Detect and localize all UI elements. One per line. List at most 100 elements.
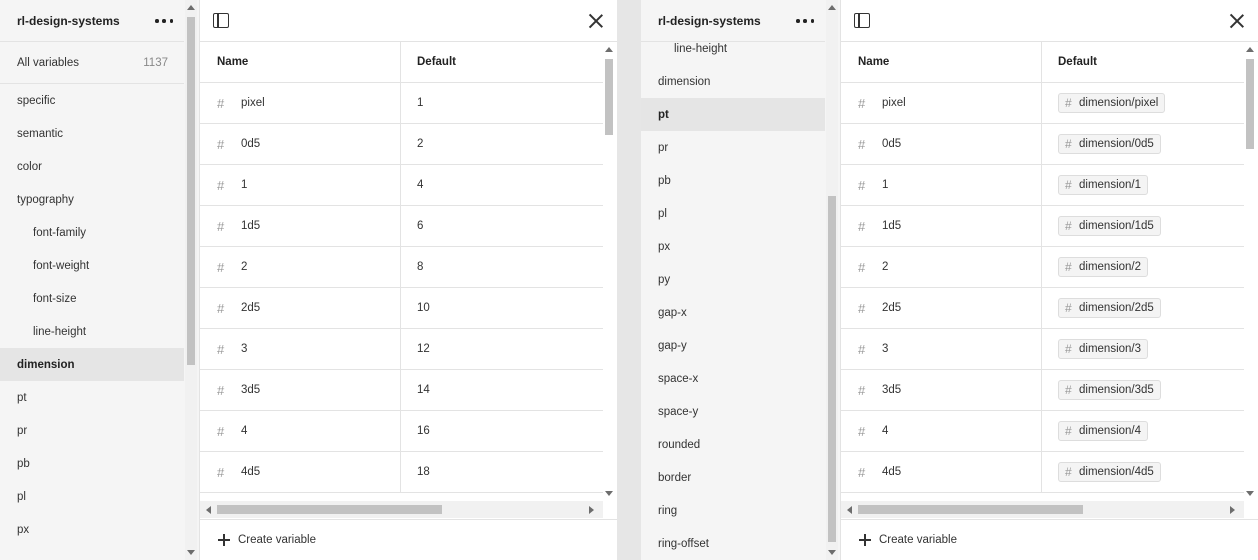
column-header-name[interactable]: Name bbox=[200, 42, 401, 82]
sidebar-item-space-x[interactable]: space-x bbox=[641, 362, 825, 395]
scroll-left-arrow[interactable] bbox=[206, 506, 211, 514]
sidebar-item-font-family[interactable]: font-family bbox=[0, 216, 184, 249]
variable-default-cell[interactable]: # dimension/4d5 bbox=[1042, 452, 1244, 492]
variable-name-cell[interactable]: #1d5 bbox=[841, 206, 1042, 246]
alias-chip[interactable]: # dimension/1d5 bbox=[1058, 216, 1161, 236]
table-row[interactable]: #2d5 # dimension/2d5 bbox=[841, 288, 1244, 329]
variable-name-cell[interactable]: #3d5 bbox=[841, 370, 1042, 410]
variable-default-cell[interactable]: 18 bbox=[401, 452, 603, 492]
sidebar-item-rounded[interactable]: rounded bbox=[641, 428, 825, 461]
variable-name-cell[interactable]: #2d5 bbox=[200, 288, 401, 328]
more-icon[interactable] bbox=[796, 13, 814, 29]
alias-chip[interactable]: # dimension/0d5 bbox=[1058, 134, 1161, 154]
sidebar-item-px[interactable]: px bbox=[0, 513, 184, 546]
sidebar-item-specific[interactable]: specific bbox=[0, 84, 184, 117]
all-variables-item[interactable]: All variables 1137 bbox=[0, 42, 184, 84]
variable-default-cell[interactable]: # dimension/pixel bbox=[1042, 83, 1244, 123]
scroll-right-arrow[interactable] bbox=[1230, 506, 1235, 514]
variable-default-cell[interactable]: # dimension/4 bbox=[1042, 411, 1244, 451]
sidebar-item-line-height[interactable]: line-height bbox=[0, 315, 184, 348]
sidebar-item-gap-y[interactable]: gap-y bbox=[641, 329, 825, 362]
scroll-down-arrow[interactable] bbox=[605, 491, 613, 496]
variable-name-cell[interactable]: #4d5 bbox=[841, 452, 1042, 492]
scrollbar-thumb[interactable] bbox=[858, 505, 1083, 514]
variable-default-cell[interactable]: # dimension/1d5 bbox=[1042, 206, 1244, 246]
table-row[interactable]: #1d5 6 bbox=[200, 206, 603, 247]
table-row[interactable]: # pixel # dimension/pixel bbox=[841, 83, 1244, 124]
scroll-up-arrow[interactable] bbox=[187, 5, 195, 10]
scrollbar-thumb[interactable] bbox=[217, 505, 442, 514]
scroll-left-arrow[interactable] bbox=[847, 506, 852, 514]
variable-name-cell[interactable]: #4 bbox=[200, 411, 401, 451]
alias-chip[interactable]: # dimension/2 bbox=[1058, 257, 1149, 277]
variable-name-cell[interactable]: #1 bbox=[200, 165, 401, 205]
sidebar-item-py[interactable]: py bbox=[641, 263, 825, 296]
sidebar-item-pr[interactable]: pr bbox=[0, 414, 184, 447]
variable-name-cell[interactable]: #3 bbox=[200, 329, 401, 369]
table-row[interactable]: #4d5 # dimension/4d5 bbox=[841, 452, 1244, 493]
alias-chip[interactable]: # dimension/pixel bbox=[1058, 93, 1166, 113]
alias-chip[interactable]: # dimension/4 bbox=[1058, 421, 1149, 441]
variable-name-cell[interactable]: #0d5 bbox=[200, 124, 401, 164]
sidebar-item-dimension[interactable]: dimension bbox=[0, 348, 184, 381]
variable-name-cell[interactable]: # pixel bbox=[841, 83, 1042, 123]
table-row[interactable]: #0d5 2 bbox=[200, 124, 603, 165]
table-horizontal-scrollbar[interactable] bbox=[200, 501, 603, 518]
variable-default-cell[interactable]: # dimension/2 bbox=[1042, 247, 1244, 287]
sidebar-toggle-icon[interactable] bbox=[213, 13, 229, 28]
column-header-name[interactable]: Name bbox=[841, 42, 1042, 82]
variable-default-cell[interactable]: 16 bbox=[401, 411, 603, 451]
table-row[interactable]: #4 16 bbox=[200, 411, 603, 452]
sidebar-item-semantic[interactable]: semantic bbox=[0, 117, 184, 150]
sidebar-item-pl[interactable]: pl bbox=[641, 197, 825, 230]
scrollbar-thumb[interactable] bbox=[605, 59, 613, 135]
sidebar-item-font-size[interactable]: font-size bbox=[0, 282, 184, 315]
variable-name-cell[interactable]: #3d5 bbox=[200, 370, 401, 410]
alias-chip[interactable]: # dimension/2d5 bbox=[1058, 298, 1161, 318]
scroll-right-arrow[interactable] bbox=[589, 506, 594, 514]
sidebar-scrollbar[interactable] bbox=[826, 0, 838, 560]
sidebar-item-typography[interactable]: typography bbox=[0, 183, 184, 216]
table-row[interactable]: #2 # dimension/2 bbox=[841, 247, 1244, 288]
variable-name-cell[interactable]: #4 bbox=[841, 411, 1042, 451]
variable-default-cell[interactable]: 10 bbox=[401, 288, 603, 328]
table-scrollbar[interactable] bbox=[1244, 42, 1256, 501]
table-row[interactable]: #3d5 14 bbox=[200, 370, 603, 411]
sidebar-item-pt[interactable]: pt bbox=[641, 98, 825, 131]
variable-default-cell[interactable]: 12 bbox=[401, 329, 603, 369]
table-scrollbar[interactable] bbox=[603, 42, 615, 501]
variable-name-cell[interactable]: #0d5 bbox=[841, 124, 1042, 164]
sidebar-scrollbar[interactable] bbox=[185, 0, 197, 560]
alias-chip[interactable]: # dimension/1 bbox=[1058, 175, 1149, 195]
scrollbar-thumb[interactable] bbox=[1246, 59, 1254, 149]
sidebar-item-pl[interactable]: pl bbox=[0, 480, 184, 513]
sidebar-item-dimension[interactable]: dimension bbox=[641, 65, 825, 98]
variable-name-cell[interactable]: #2 bbox=[200, 247, 401, 287]
table-horizontal-scrollbar[interactable] bbox=[841, 501, 1244, 518]
column-header-default[interactable]: Default bbox=[1042, 42, 1244, 82]
close-icon[interactable] bbox=[1230, 14, 1244, 28]
column-header-default[interactable]: Default bbox=[401, 42, 603, 82]
table-row[interactable]: #3 # dimension/3 bbox=[841, 329, 1244, 370]
variable-default-cell[interactable]: 2 bbox=[401, 124, 603, 164]
variable-name-cell[interactable]: #1 bbox=[841, 165, 1042, 205]
table-row[interactable]: #2 8 bbox=[200, 247, 603, 288]
variable-name-cell[interactable]: #3 bbox=[841, 329, 1042, 369]
table-row[interactable]: #2d5 10 bbox=[200, 288, 603, 329]
variable-name-cell[interactable]: #1d5 bbox=[200, 206, 401, 246]
table-row[interactable]: #3 12 bbox=[200, 329, 603, 370]
alias-chip[interactable]: # dimension/3d5 bbox=[1058, 380, 1161, 400]
table-row[interactable]: #0d5 # dimension/0d5 bbox=[841, 124, 1244, 165]
sidebar-item-pb[interactable]: pb bbox=[0, 447, 184, 480]
variable-name-cell[interactable]: #4d5 bbox=[200, 452, 401, 492]
sidebar-item-px[interactable]: px bbox=[641, 230, 825, 263]
scroll-up-arrow[interactable] bbox=[1246, 47, 1254, 52]
sidebar-item-space-y[interactable]: space-y bbox=[641, 395, 825, 428]
sidebar-item-gap-x[interactable]: gap-x bbox=[641, 296, 825, 329]
variable-default-cell[interactable]: # dimension/3 bbox=[1042, 329, 1244, 369]
scrollbar-thumb[interactable] bbox=[828, 196, 836, 542]
scroll-up-arrow[interactable] bbox=[828, 5, 836, 10]
more-icon[interactable] bbox=[155, 13, 173, 29]
table-row[interactable]: #3d5 # dimension/3d5 bbox=[841, 370, 1244, 411]
sidebar-item-pb[interactable]: pb bbox=[641, 164, 825, 197]
